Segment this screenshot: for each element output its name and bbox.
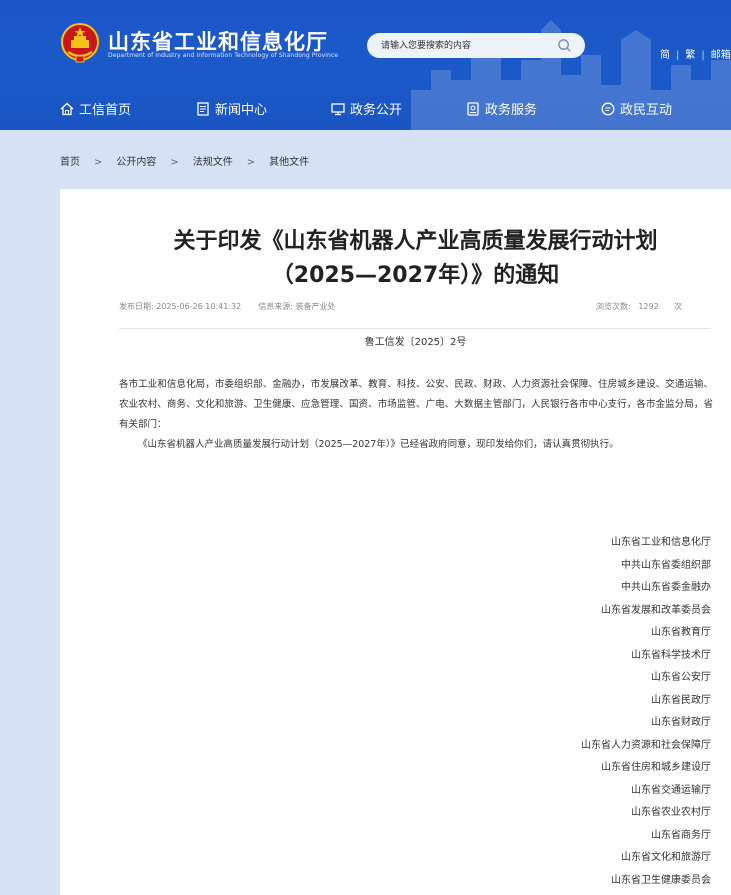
views-label: 浏览次数: <box>596 302 631 311</box>
monitor-icon <box>331 102 345 115</box>
breadcrumb: 首页 > 公开内容 > 法规文件 > 其他文件 <box>60 153 309 168</box>
search-icon[interactable] <box>557 38 572 53</box>
separator: | <box>676 50 680 61</box>
nav-item-public-interaction[interactable]: 政民互动 <box>601 99 672 118</box>
article-title-line: （2025—2027年）》的通知 <box>271 263 560 288</box>
signer: 山东省卫生健康委员会 <box>611 874 711 886</box>
chat-icon <box>601 102 615 115</box>
signer: 山东省发展和改革委员会 <box>601 604 711 616</box>
article-title-line: 关于印发《山东省机器人产业高质量发展行动计划 <box>173 229 658 254</box>
signer: 山东省科学技术厅 <box>631 649 711 661</box>
signer: 中共山东省委金融办 <box>621 582 711 593</box>
breadcrumb-other-files[interactable]: 其他文件 <box>269 157 309 168</box>
signer: 山东省人力资源和社会保障厅 <box>581 739 711 751</box>
service-icon <box>467 101 479 116</box>
body-paragraph: 《山东省机器人产业高质量发展行动计划（2025—2027年）》已经省政府同意，现… <box>138 439 619 450</box>
document-number: 鲁工信发〔2025〕2号 <box>364 337 467 348</box>
signer: 山东省文化和旅游厅 <box>621 852 711 863</box>
article-title: 关于印发《山东省机器人产业高质量发展行动计划 （2025—2027年）》的通知 <box>60 225 731 293</box>
signer: 山东省工业和信息化厅 <box>611 537 711 548</box>
main-nav: 工信首页 新闻中心 政务公开 政务服务 政民互动 <box>0 93 731 123</box>
simplified-chinese-link[interactable]: 简 <box>660 46 670 61</box>
signer: 山东省农业农村厅 <box>631 807 711 818</box>
article-meta: 发布日期: 2025-06-26 10:41:32 信息来源: 装备产业处 <box>119 301 336 312</box>
nav-item-news[interactable]: 新闻中心 <box>196 99 267 118</box>
view-count: 浏览次数: 1292 次 <box>596 301 682 312</box>
breadcrumb-home[interactable]: 首页 <box>60 157 80 168</box>
article-body: 各市工业和信息化局，市委组织部、金融办，市发展改革、教育、科技、公安、民政、财政… <box>119 375 713 455</box>
nav-item-label: 政务公开 <box>350 103 403 118</box>
breadcrumb-regulations[interactable]: 法规文件 <box>193 157 233 168</box>
breadcrumb-separator: > <box>246 157 256 168</box>
publish-date: 2025-06-26 10:41:32 <box>156 302 242 311</box>
signer: 山东省公安厅 <box>651 672 711 683</box>
recipients-paragraph: 各市工业和信息化局，市委组织部、金融办，市发展改革、教育、科技、公安、民政、财政… <box>119 379 713 430</box>
email-link[interactable]: 邮箱 <box>711 46 731 61</box>
signer: 山东省住房和城乡建设厅 <box>601 762 711 773</box>
signer: 山东省民政厅 <box>651 694 711 706</box>
publish-label: 发布日期: <box>119 302 154 311</box>
signer: 山东省教育厅 <box>651 627 711 638</box>
signer: 山东省交通运输厅 <box>631 784 711 796</box>
top-links: 简 | 繁 | 邮箱 <box>660 46 731 61</box>
search-box <box>367 33 585 58</box>
signer: 山东省财政厅 <box>651 717 711 728</box>
nav-item-government-affairs[interactable]: 政务公开 <box>331 99 402 118</box>
document-icon <box>197 101 209 116</box>
nav-item-label: 政民互动 <box>620 103 673 118</box>
separator: | <box>701 50 705 61</box>
nav-item-label: 新闻中心 <box>215 103 268 118</box>
divider <box>119 328 711 329</box>
site-header: 山东省工业和信息化厅 Department of Industry and In… <box>0 0 731 130</box>
nav-item-label: 工信首页 <box>79 103 132 118</box>
traditional-chinese-link[interactable]: 繁 <box>685 46 695 61</box>
source-value: 装备产业处 <box>295 302 336 311</box>
nav-item-label: 政务服务 <box>485 103 538 118</box>
home-icon <box>60 102 74 115</box>
breadcrumb-separator: > <box>170 157 179 168</box>
source-label: 信息来源: <box>258 302 294 311</box>
nav-item-home[interactable]: 工信首页 <box>60 99 131 118</box>
article-container: 关于印发《山东省机器人产业高质量发展行动计划 （2025—2027年）》的通知 … <box>60 189 731 895</box>
breadcrumb-public-content[interactable]: 公开内容 <box>116 157 156 168</box>
nav-item-government-services[interactable]: 政务服务 <box>466 99 537 118</box>
signers-list: 山东省工业和信息化厅 中共山东省委组织部 中共山东省委金融办 山东省发展和改革委… <box>581 532 711 892</box>
site-subtitle: Department of Industry and Information T… <box>108 52 339 59</box>
views-value: 1292 <box>638 302 659 311</box>
signer: 中共山东省委组织部 <box>621 559 711 571</box>
search-input[interactable] <box>381 33 551 58</box>
breadcrumb-separator: > <box>94 157 103 168</box>
views-unit: 次 <box>673 302 682 311</box>
national-emblem-icon <box>61 23 99 63</box>
signer: 山东省商务厅 <box>651 829 711 841</box>
